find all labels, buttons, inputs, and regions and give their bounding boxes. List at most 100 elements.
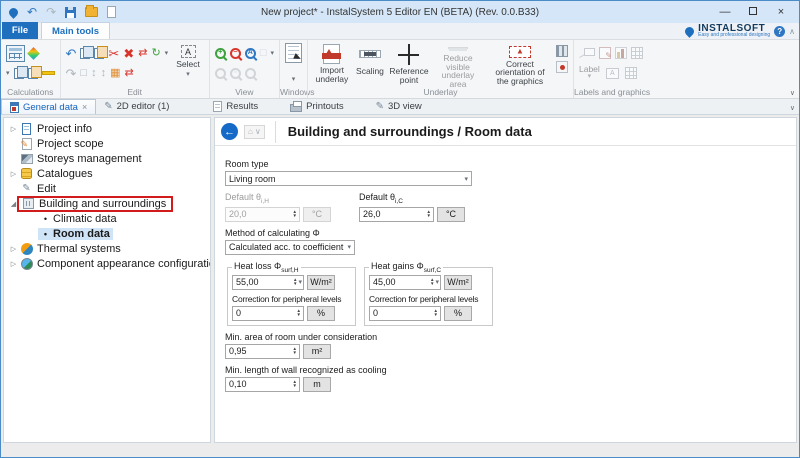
chart-icon[interactable] — [615, 47, 627, 59]
sidebar-item-climatic-data[interactable]: • Climatic data — [4, 211, 210, 226]
tab-general-data[interactable]: General data × — [1, 99, 96, 114]
sidebar-item-component-appearance[interactable]: ▷ Component appearance configuration — [4, 256, 210, 271]
redo-icon[interactable]: ↷ — [66, 67, 77, 80]
zoom-out-icon[interactable] — [230, 48, 241, 59]
sidebar-item-project-info[interactable]: ▷ Project info — [4, 121, 210, 136]
heat-gains-correction-input[interactable]: 0 ▲▼ — [369, 306, 441, 321]
tab-close-icon[interactable]: × — [82, 102, 87, 112]
spinner-arrows[interactable]: ▲▼ — [292, 380, 298, 389]
align-vertical-icon[interactable]: ↕ — [91, 67, 97, 80]
expander-icon[interactable]: ◢ — [8, 200, 19, 208]
sidebar-item-project-scope[interactable]: Project scope — [4, 136, 210, 151]
correct-orientation-button[interactable]: Correct orientation of the graphics — [487, 43, 553, 86]
zoom-in-icon[interactable] — [215, 48, 226, 59]
heat-loss-input[interactable]: 55,00 ▲▼ ▾ — [232, 275, 304, 290]
heat-loss-correction-unit-button[interactable]: % — [307, 306, 335, 321]
calculations-icon[interactable] — [6, 45, 25, 62]
calculations-dropdown-icon[interactable]: ▾ — [6, 69, 10, 77]
sidebar-item-edit[interactable]: ✎ Edit — [4, 181, 210, 196]
spinner-arrows[interactable]: ▲▼ — [426, 210, 432, 219]
tab-main-tools[interactable]: Main tools — [41, 22, 110, 39]
windows-dropdown-icon[interactable]: ▾ — [292, 76, 296, 83]
array-icon[interactable]: ▦ — [110, 67, 120, 80]
view-dropdown-icon[interactable]: ▾ — [270, 49, 274, 57]
mirror-icon[interactable]: ⇄ — [138, 47, 147, 60]
default-theta-c-unit-button[interactable]: °C — [437, 207, 465, 222]
heat-gains-unit-button[interactable]: W/m² — [444, 275, 472, 290]
min-length-unit-button[interactable]: m — [303, 377, 331, 392]
label-button[interactable]: Label ▾ — [579, 65, 600, 81]
edit-label-icon[interactable] — [599, 47, 611, 59]
copy-icon[interactable] — [94, 48, 104, 59]
marker-icon[interactable] — [42, 71, 55, 75]
cut-icon[interactable]: ✂ — [108, 47, 119, 60]
chevron-down-icon[interactable]: ▾ — [435, 278, 439, 286]
heat-loss-unit-button[interactable]: W/m² — [307, 275, 335, 290]
min-area-unit-button[interactable]: m² — [303, 344, 331, 359]
room-type-select[interactable]: Living room ▾ — [225, 171, 472, 186]
delete-icon[interactable]: ✖ — [123, 47, 134, 60]
tab-results[interactable]: Results — [205, 99, 266, 114]
leader-label-icon[interactable] — [579, 47, 595, 59]
heat-loss-correction-input[interactable]: 0 ▲▼ — [232, 306, 304, 321]
windows-list-icon[interactable] — [285, 43, 302, 63]
zoom-all-icon[interactable] — [245, 48, 256, 59]
undo-icon[interactable]: ↶ — [66, 47, 77, 60]
sidebar-item-building-and-surroundings[interactable]: ◢ Building and surroundings — [4, 196, 210, 211]
edit-more-dropdown-icon[interactable]: ▾ — [165, 49, 169, 57]
underlay-visibility-icon[interactable] — [556, 61, 568, 73]
pan-icon[interactable] — [215, 68, 226, 79]
distribute-icon[interactable]: ↕ — [101, 67, 107, 80]
tab-file[interactable]: File — [2, 22, 38, 39]
nav-history-box[interactable]: ⌂ ∨ — [244, 125, 265, 139]
tab-printouts[interactable]: Printouts — [282, 99, 352, 114]
zoom-window-icon[interactable]: □ — [260, 47, 267, 60]
table-icon[interactable] — [631, 47, 643, 59]
collapse-ribbon-icon[interactable]: ∨ — [790, 89, 795, 97]
sidebar-item-storeys-management[interactable]: Storeys management — [4, 151, 210, 166]
spinner-arrows[interactable]: ▲▼ — [292, 210, 298, 219]
expander-icon[interactable]: ▷ — [8, 245, 19, 253]
chevron-up-icon[interactable]: ∧ — [789, 27, 795, 36]
sidebar-item-catalogues[interactable]: ▷ Catalogues — [4, 166, 210, 181]
expander-icon[interactable]: ▷ — [8, 260, 19, 268]
zoom-previous-icon[interactable] — [245, 68, 256, 79]
heat-gains-input[interactable]: 45,00 ▲▼ ▾ — [369, 275, 441, 290]
scaling-button[interactable]: Scaling — [354, 43, 386, 86]
spinner-arrows[interactable]: ▲▼ — [433, 309, 439, 318]
import-underlay-button[interactable]: Import underlay — [313, 43, 351, 86]
select-button[interactable]: Select ▾ — [172, 43, 204, 86]
minimize-button[interactable]: — — [711, 6, 739, 18]
min-area-input[interactable]: 0,95 ▲▼ — [225, 344, 300, 359]
paste-icon[interactable] — [80, 48, 90, 59]
default-theta-h-input[interactable]: 20,0 ▲▼ — [225, 207, 300, 222]
spinner-arrows[interactable]: ▲▼ — [296, 309, 302, 318]
sidebar-item-room-data[interactable]: • Room data — [4, 226, 210, 241]
tab-2d-editor[interactable]: ✎ 2D editor (1) — [96, 99, 177, 114]
sidebar-item-thermal-systems[interactable]: ▷ Thermal systems — [4, 241, 210, 256]
spinner-arrows[interactable]: ▲▼ — [292, 347, 298, 356]
close-button[interactable]: × — [767, 6, 795, 18]
tab-3d-view[interactable]: ✎ 3D view — [368, 99, 430, 114]
expander-icon[interactable]: ▷ — [8, 170, 19, 178]
text-label-icon[interactable] — [606, 68, 619, 79]
group-icon[interactable]: □ — [80, 67, 87, 80]
calc-options-icon[interactable] — [14, 68, 24, 79]
tabstrip-chevron-icon[interactable]: ∨ — [790, 104, 795, 112]
underlay-layers-icon[interactable] — [556, 45, 568, 57]
chevron-down-icon[interactable]: ▾ — [298, 278, 302, 286]
expander-icon[interactable]: ▷ — [8, 125, 19, 133]
heat-gains-correction-unit-button[interactable]: % — [444, 306, 472, 321]
grid-table-icon[interactable] — [625, 67, 637, 79]
default-theta-c-input[interactable]: 26,0 ▲▼ — [359, 207, 434, 222]
reduce-visible-underlay-button[interactable]: Reduce visible underlay area — [432, 43, 484, 86]
reference-point-button[interactable]: Reference point — [389, 43, 429, 86]
min-length-input[interactable]: 0,10 ▲▼ — [225, 377, 300, 392]
rotate-icon[interactable]: ↻ — [151, 47, 160, 60]
default-theta-h-unit-button[interactable]: °C — [303, 207, 331, 222]
swap-icon[interactable]: ⇄ — [124, 67, 133, 80]
method-select[interactable]: Calculated acc. to coefficient ▾ — [225, 240, 355, 255]
results-set-icon[interactable] — [27, 47, 40, 60]
calc-config-icon[interactable] — [28, 68, 38, 79]
zoom-selection-icon[interactable] — [230, 68, 241, 79]
